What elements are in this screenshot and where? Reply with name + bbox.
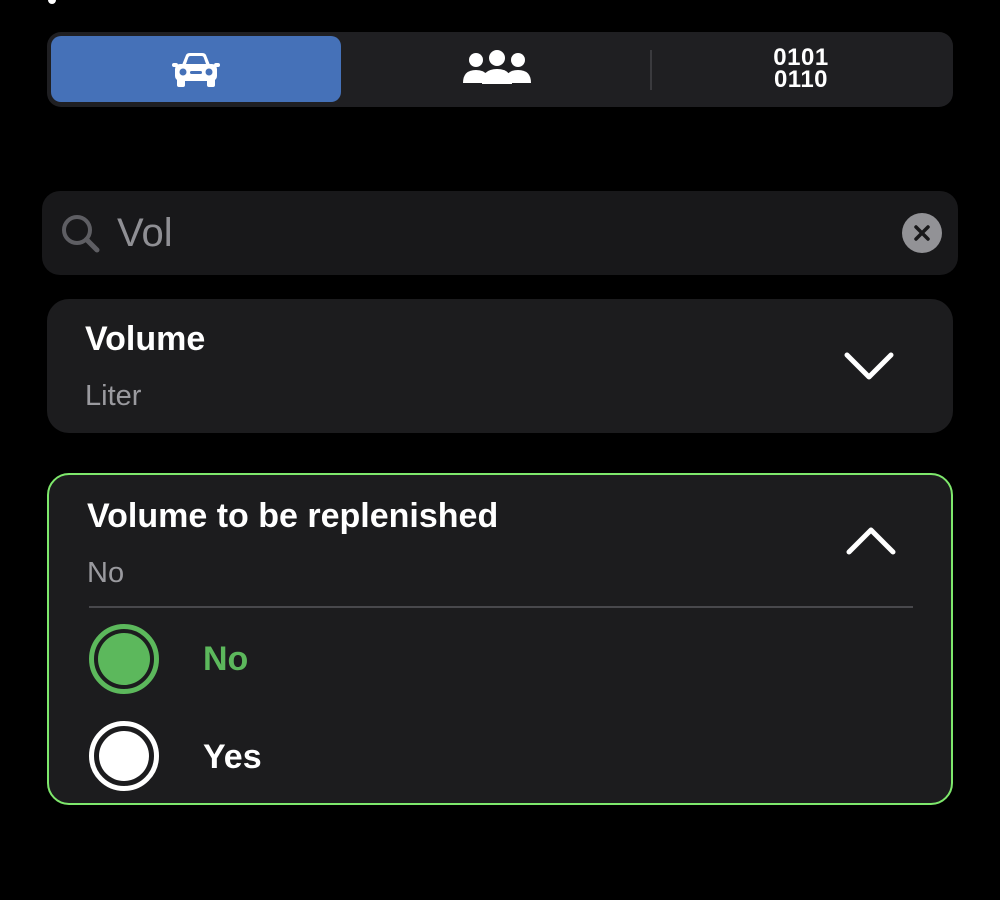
group-icon <box>463 50 531 84</box>
result-card-volume-to-be-replenished[interactable]: Volume to be replenished No No Yes <box>47 473 953 805</box>
clear-icon <box>914 225 930 241</box>
car-icon <box>172 53 220 87</box>
status-indicator <box>48 0 56 4</box>
result-card-volume[interactable]: Volume Liter <box>47 299 953 433</box>
card-subtitle: Liter <box>85 380 142 412</box>
search-field[interactable]: Vol <box>42 191 958 275</box>
segmented-control: 0101 0110 <box>47 32 953 107</box>
radio-selected-dot <box>98 633 150 685</box>
card-title: Volume to be replenished <box>87 497 499 535</box>
radio-option-yes[interactable] <box>89 721 159 791</box>
radio-option-no[interactable] <box>89 624 159 694</box>
radio-unselected-dot <box>99 731 149 781</box>
segment-people[interactable] <box>347 36 647 102</box>
segment-binary[interactable]: 0101 0110 <box>653 36 949 102</box>
binary-icon: 0101 0110 <box>773 44 829 93</box>
clear-search-button[interactable] <box>902 213 942 253</box>
option-label-no[interactable]: No <box>203 639 248 679</box>
card-divider <box>89 606 913 608</box>
chevron-down-icon[interactable] <box>843 349 895 383</box>
option-label-yes[interactable]: Yes <box>203 737 262 777</box>
search-icon <box>62 215 100 253</box>
chevron-up-icon[interactable] <box>845 524 897 558</box>
segment-divider <box>650 50 652 90</box>
segment-vehicle[interactable] <box>51 36 341 102</box>
card-subtitle: No <box>87 557 125 589</box>
card-title: Volume <box>85 320 206 358</box>
search-input[interactable]: Vol <box>117 209 173 257</box>
